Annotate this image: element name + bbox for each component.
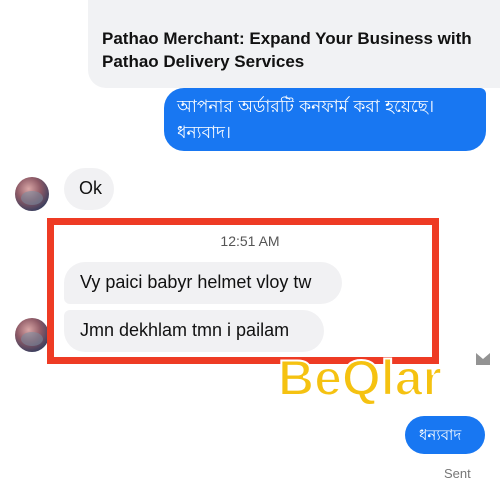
contact-avatar[interactable] xyxy=(15,318,49,352)
outgoing-message-text: আপনার অর্ডারটি কনফার্ম করা হয়েছে। ধন্যব… xyxy=(177,97,435,143)
highlight-annotation-box xyxy=(47,218,439,364)
link-preview-title[interactable]: Pathao Merchant: Expand Your Business wi… xyxy=(102,27,482,73)
contact-avatar[interactable] xyxy=(15,177,49,211)
watermark-mark-icon xyxy=(476,353,490,365)
chat-thread: Pathao Merchant: Expand Your Business wi… xyxy=(0,0,500,500)
outgoing-message-text: ধন্যবাদ xyxy=(419,426,462,444)
message-status: Sent xyxy=(444,466,471,481)
watermark-logo: BeQlar xyxy=(277,349,443,407)
incoming-message-text: Ok xyxy=(79,178,103,198)
